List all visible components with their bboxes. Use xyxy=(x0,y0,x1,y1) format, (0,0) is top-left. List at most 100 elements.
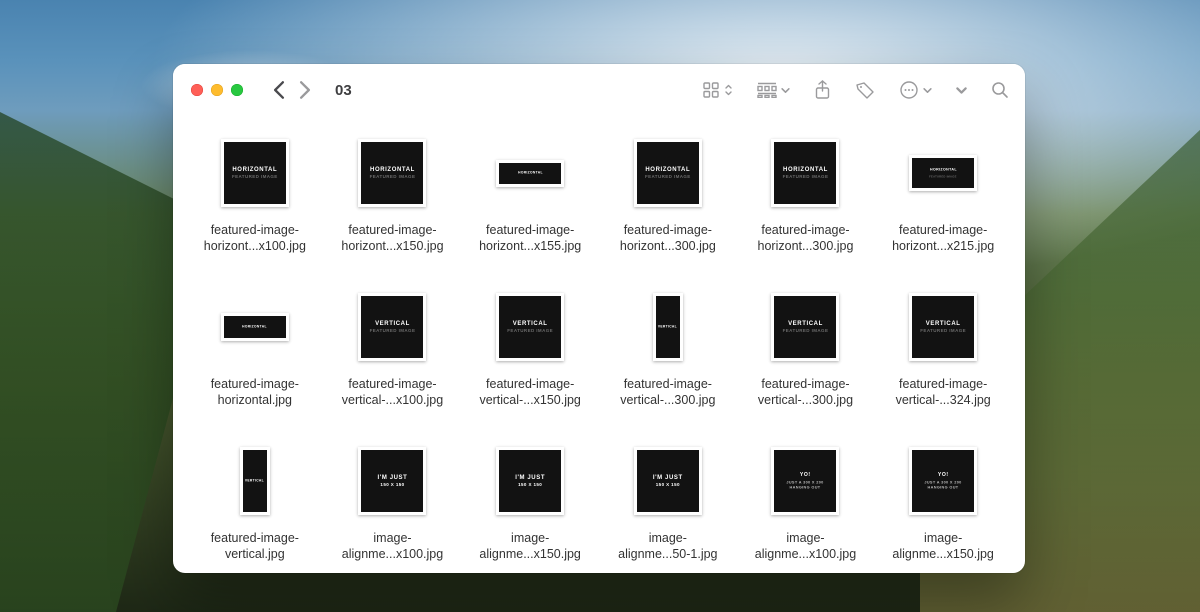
thumbnail-text-secondary: 150 X 150 xyxy=(656,482,680,487)
file-item[interactable]: VERTICALFEATURED IMAGE featured-image-ver… xyxy=(875,284,1011,432)
thumbnail: HORIZONTALFEATURED IMAGE xyxy=(634,139,702,207)
file-item[interactable]: YO!JUST A 300 X 200 HANGING OUTimage-ali… xyxy=(875,438,1011,573)
thumbnail: HORIZONTAL xyxy=(221,313,289,341)
file-grid[interactable]: HORIZONTALFEATURED IMAGEfeatured-image-h… xyxy=(173,116,1025,573)
thumbnail-text-primary: YO! xyxy=(938,472,949,477)
window-title: 03 xyxy=(335,82,352,99)
search-button[interactable] xyxy=(991,81,1009,99)
file-item[interactable]: HORIZONTALFEATURED IMAGE featured-image-h… xyxy=(600,130,736,278)
thumbnail-frame: YO!JUST A 300 X 200 HANGING OUT xyxy=(762,438,848,524)
thumbnail: VERTICAL xyxy=(240,447,270,515)
forward-button[interactable] xyxy=(299,81,311,99)
thumbnail-text-secondary: 150 X 150 xyxy=(380,482,404,487)
thumbnail-frame: VERTICALFEATURED IMAGE xyxy=(349,284,435,370)
thumbnail: YO!JUST A 300 X 200 HANGING OUT xyxy=(771,447,839,515)
file-item[interactable]: VERTICALfeatured-image-vertical-...300.j… xyxy=(600,284,736,432)
thumbnail-text-secondary: JUST A 300 X 200 HANGING OUT xyxy=(918,479,969,489)
thumbnail: HORIZONTALFEATURED IMAGE xyxy=(358,139,426,207)
file-name: featured-image-vertical-...x150.jpg xyxy=(466,376,594,408)
minimize-button[interactable] xyxy=(211,84,223,96)
file-name: featured-image-vertical-...324.jpg xyxy=(879,376,1007,408)
back-button[interactable] xyxy=(273,81,285,99)
thumbnail-text-primary: VERTICAL xyxy=(513,321,548,327)
thumbnail-text-primary: VERTICAL xyxy=(375,321,410,327)
desktop-background: 03 xyxy=(0,0,1200,612)
file-name: featured-image-horizont...x150.jpg xyxy=(328,222,456,254)
thumbnail: I'M JUST150 X 150 xyxy=(634,447,702,515)
group-icon xyxy=(757,82,777,98)
thumbnail-frame: HORIZONTAL FEATURED IMAGE xyxy=(900,130,986,216)
thumbnail-text-primary: HORIZONTAL xyxy=(242,325,267,328)
thumbnail-text-primary: HORIZONTAL xyxy=(370,167,415,173)
finder-window: 03 xyxy=(173,64,1025,573)
thumbnail-frame: VERTICAL xyxy=(212,438,298,524)
file-name: featured-image-horizont...x100.jpg xyxy=(191,222,319,254)
file-item[interactable]: I'M JUST150 X 150 image-alignme...x150.jp… xyxy=(462,438,598,573)
thumbnail-text-secondary: FEATURED IMAGE xyxy=(929,175,956,178)
thumbnail-text-secondary: FEATURED IMAGE xyxy=(783,328,829,333)
thumbnail: VERTICALFEATURED IMAGE xyxy=(909,293,977,361)
file-item[interactable]: HORIZONTALfeatured-image-horizont...x155… xyxy=(462,130,598,278)
thumbnail: HORIZONTALFEATURED IMAGE xyxy=(771,139,839,207)
view-mode-button[interactable] xyxy=(702,81,733,99)
grid-icon xyxy=(702,81,720,99)
thumbnail-text-primary: HORIZONTAL xyxy=(645,167,690,173)
thumbnail-text-primary: VERTICAL xyxy=(788,321,823,327)
file-item[interactable]: VERTICALFEATURED IMAGE featured-image-ver… xyxy=(325,284,461,432)
thumbnail-text-primary: YO! xyxy=(800,472,811,477)
thumbnail-text-secondary: FEATURED IMAGE xyxy=(507,328,553,333)
file-item[interactable]: HORIZONTALFEATURED IMAGE featured-image-h… xyxy=(325,130,461,278)
thumbnail-text-primary: HORIZONTAL xyxy=(930,168,957,172)
thumbnail-text-secondary: 150 X 150 xyxy=(518,482,542,487)
thumbnail: VERTICALFEATURED IMAGE xyxy=(771,293,839,361)
thumbnail-frame: VERTICALFEATURED IMAGE xyxy=(900,284,986,370)
thumbnail: HORIZONTALFEATURED IMAGE xyxy=(221,139,289,207)
file-name: featured-image-vertical-...x100.jpg xyxy=(328,376,456,408)
file-name: featured-image-horizont...300.jpg xyxy=(741,222,869,254)
file-item[interactable]: VERTICALFEATURED IMAGE featured-image-ver… xyxy=(462,284,598,432)
group-by-button[interactable] xyxy=(757,82,790,98)
share-button[interactable] xyxy=(814,80,831,100)
file-item[interactable]: HORIZONTALFEATURED IMAGE featured-image-h… xyxy=(187,130,323,278)
thumbnail-text-primary: I'M JUST xyxy=(653,475,683,481)
file-name: image-alignme...x100.jpg xyxy=(328,530,456,562)
file-item[interactable]: YO!JUST A 300 X 200 HANGING OUT image-ali… xyxy=(738,438,874,573)
window-controls xyxy=(191,84,243,96)
file-name: featured-image-horizont...x215.jpg xyxy=(879,222,1007,254)
dropdown-button[interactable] xyxy=(956,85,967,96)
file-item[interactable]: I'M JUST150 X 150 image-alignme...x100.jp… xyxy=(325,438,461,573)
toolbar: 03 xyxy=(173,64,1025,116)
thumbnail-text-primary: HORIZONTAL xyxy=(783,167,828,173)
file-name: featured-image-vertical.jpg xyxy=(191,530,319,562)
file-name: featured-image-horizont...300.jpg xyxy=(604,222,732,254)
thumbnail-frame: YO! JUST A 300 X 200 HANGING OUT xyxy=(900,438,986,524)
more-actions-button[interactable] xyxy=(899,80,932,100)
thumbnail-text-secondary: FEATURED IMAGE xyxy=(920,328,966,333)
tags-button[interactable] xyxy=(855,80,875,100)
thumbnail: I'M JUST150 X 150 xyxy=(496,447,564,515)
toolbar-actions xyxy=(702,80,1009,100)
thumbnail-text-primary: HORIZONTAL xyxy=(232,167,277,173)
thumbnail-text-secondary: FEATURED IMAGE xyxy=(645,174,691,179)
file-item[interactable]: HORIZONTALFEATURED IMAGE featured-image-h… xyxy=(738,130,874,278)
file-name: image-alignme...x150.jpg xyxy=(466,530,594,562)
thumbnail-text-secondary: FEATURED IMAGE xyxy=(232,174,278,179)
file-item[interactable]: HORIZONTALfeatured-image-horizontal.jpg xyxy=(187,284,323,432)
thumbnail-frame: HORIZONTALFEATURED IMAGE xyxy=(625,130,711,216)
chevron-down-icon xyxy=(781,86,790,95)
thumbnail-frame: VERTICAL xyxy=(625,284,711,370)
thumbnail-frame: I'M JUST150 X 150 xyxy=(349,438,435,524)
file-name: image-alignme...x100.jpg xyxy=(741,530,869,562)
thumbnail-text-primary: VERTICAL xyxy=(926,321,961,327)
thumbnail-text-primary: VERTICAL xyxy=(245,479,264,482)
file-item[interactable]: I'M JUST150 X 150image-alignme...50-1.jp… xyxy=(600,438,736,573)
thumbnail: VERTICALFEATURED IMAGE xyxy=(496,293,564,361)
fullscreen-button[interactable] xyxy=(231,84,243,96)
file-item[interactable]: VERTICALFEATURED IMAGEfeatured-image-ver… xyxy=(738,284,874,432)
file-item[interactable]: HORIZONTAL FEATURED IMAGE featured-image-h… xyxy=(875,130,1011,278)
thumbnail-frame: HORIZONTALFEATURED IMAGE xyxy=(762,130,848,216)
thumbnail-frame: I'M JUST150 X 150 xyxy=(625,438,711,524)
thumbnail: VERTICALFEATURED IMAGE xyxy=(358,293,426,361)
close-button[interactable] xyxy=(191,84,203,96)
file-item[interactable]: VERTICAL featured-image-vertical.jpg xyxy=(187,438,323,573)
